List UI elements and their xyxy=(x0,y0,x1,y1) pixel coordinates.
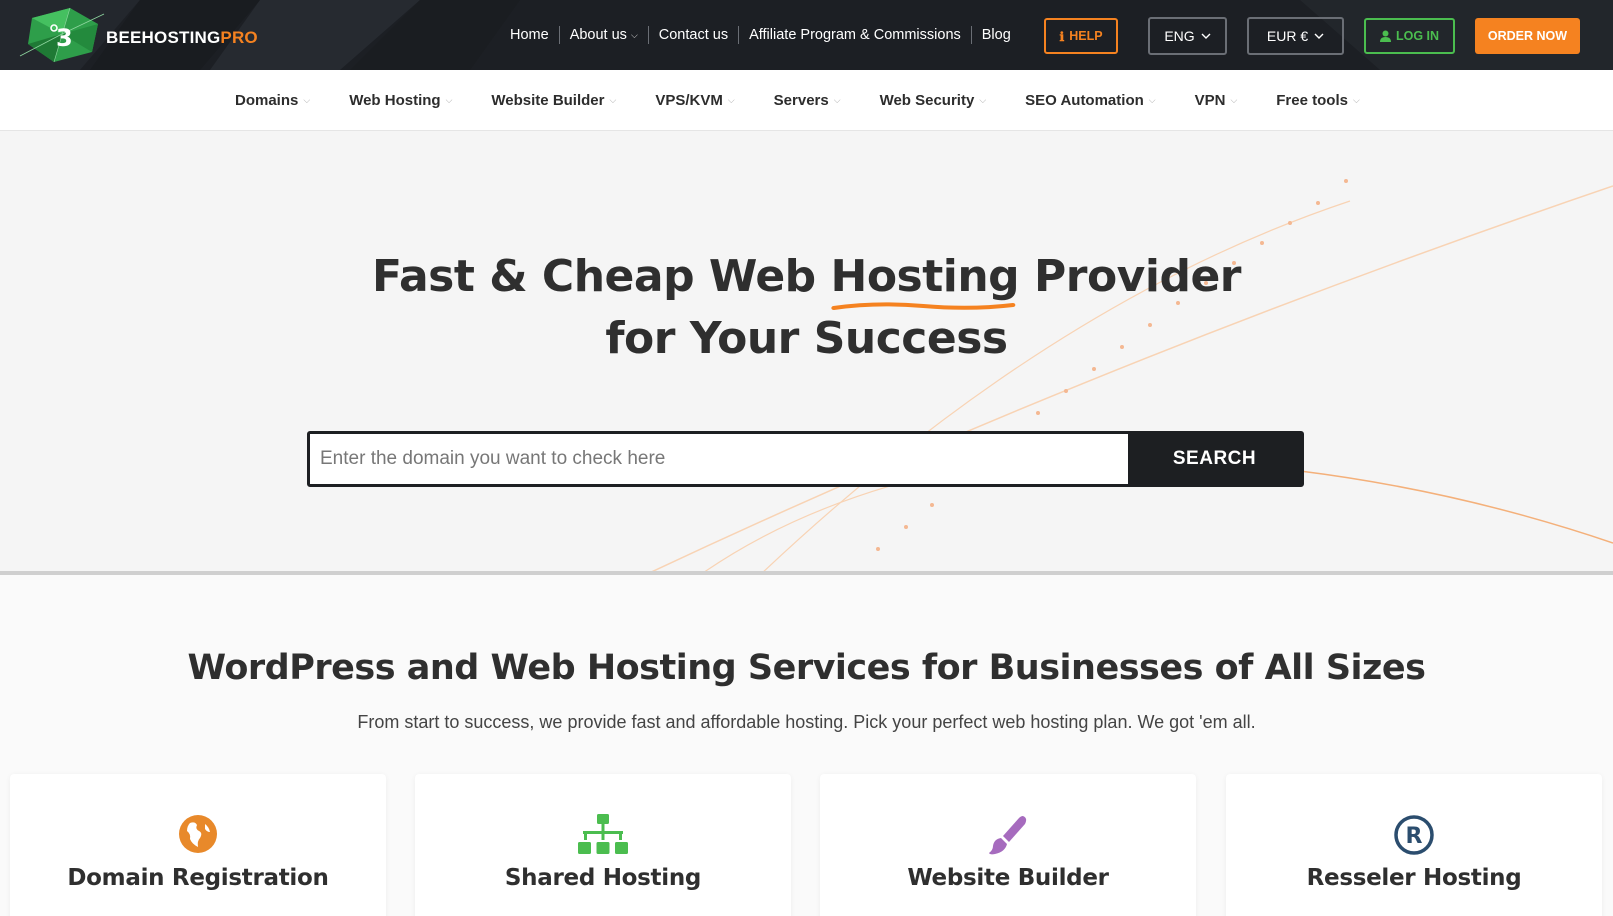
orange-underline-stroke xyxy=(830,302,1015,310)
main-nav-website-builder[interactable]: Website Builder ⌵ xyxy=(491,92,616,109)
services-heading: WordPress and Web Hosting Services for B… xyxy=(187,648,1427,688)
service-card-shared-hosting[interactable]: Shared Hosting xyxy=(415,774,791,916)
registered-icon: R xyxy=(1226,814,1602,858)
currency-selector[interactable]: EUR € xyxy=(1247,17,1344,55)
chevron-down-icon: ⌵ xyxy=(979,95,987,105)
top-nav-about-us[interactable]: About us ⌵ xyxy=(560,26,649,44)
language-selector[interactable]: ENG xyxy=(1148,17,1227,55)
bee-logo-icon: 3 xyxy=(18,6,106,64)
top-nav-blog[interactable]: Blog xyxy=(972,26,1021,44)
help-button[interactable]: ℹ HELP xyxy=(1044,18,1118,54)
hero-title-highlight: Hosting xyxy=(831,246,1020,310)
chevron-down-icon: ⌵ xyxy=(833,95,841,105)
main-navigation: Domains ⌵ Web Hosting ⌵ Website Builder ⌵ V… xyxy=(0,70,1613,131)
main-nav-vpn[interactable]: VPN ⌵ xyxy=(1195,92,1238,109)
globe-icon xyxy=(10,814,386,858)
svg-text:R: R xyxy=(1406,824,1423,849)
chevron-down-icon xyxy=(1201,33,1211,39)
svg-text:3: 3 xyxy=(56,24,73,52)
chevron-down-icon: ⌵ xyxy=(727,95,735,105)
brand-name: BEEHOSTINGPRO xyxy=(106,28,258,47)
main-nav-seo-automation[interactable]: SEO Automation ⌵ xyxy=(1025,92,1155,109)
domain-search-form: SEARCH xyxy=(307,431,1304,487)
domain-search-input[interactable] xyxy=(310,434,1128,484)
services-section: WordPress and Web Hosting Services for B… xyxy=(0,575,1613,916)
chevron-down-icon: ⌵ xyxy=(1352,95,1360,105)
services-subheading: From start to success, we provide fast a… xyxy=(357,712,1256,732)
top-nav-home[interactable]: Home xyxy=(500,26,560,44)
hero-title: Fast & Cheap Web Hosting Provider for Yo… xyxy=(0,246,1613,370)
order-now-button[interactable]: ORDER NOW xyxy=(1475,18,1580,54)
chevron-down-icon: ⌵ xyxy=(445,95,453,105)
chevron-down-icon: ⌵ xyxy=(1148,95,1156,105)
service-card-resseler-hosting[interactable]: R Resseler Hosting xyxy=(1226,774,1602,916)
sitemap-icon xyxy=(415,814,791,858)
top-header: 3 BEEHOSTINGPRO Home About us ⌵ Contact u… xyxy=(0,0,1613,70)
chevron-down-icon: ⌵ xyxy=(303,95,311,105)
login-button[interactable]: LOG IN xyxy=(1364,18,1455,54)
main-nav-web-security[interactable]: Web Security ⌵ xyxy=(880,92,987,109)
service-card-website-builder[interactable]: Website Builder xyxy=(820,774,1196,916)
main-nav-domains[interactable]: Domains ⌵ xyxy=(235,92,310,109)
search-button[interactable]: SEARCH xyxy=(1128,434,1301,484)
top-navigation: Home About us ⌵ Contact us Affiliate Prog… xyxy=(500,0,1021,70)
main-nav-free-tools[interactable]: Free tools ⌵ xyxy=(1276,92,1360,109)
user-icon xyxy=(1379,30,1391,42)
hero-section: Fast & Cheap Web Hosting Provider for Yo… xyxy=(0,131,1613,575)
chevron-down-icon xyxy=(1314,33,1324,39)
info-icon: ℹ xyxy=(1059,29,1065,44)
top-nav-contact-us[interactable]: Contact us xyxy=(649,26,740,44)
paintbrush-icon xyxy=(820,814,1196,858)
main-nav-web-hosting[interactable]: Web Hosting ⌵ xyxy=(349,92,452,109)
main-nav-vps-kvm[interactable]: VPS/KVM ⌵ xyxy=(655,92,734,109)
chevron-down-icon: ⌵ xyxy=(630,30,638,40)
top-nav-affiliate[interactable]: Affiliate Program & Commissions xyxy=(739,26,972,44)
brand-logo[interactable]: 3 BEEHOSTINGPRO xyxy=(18,6,258,64)
main-nav-servers[interactable]: Servers ⌵ xyxy=(774,92,841,109)
chevron-down-icon: ⌵ xyxy=(609,95,617,105)
chevron-down-icon: ⌵ xyxy=(1230,95,1238,105)
service-card-domain-registration[interactable]: Domain Registration xyxy=(10,774,386,916)
